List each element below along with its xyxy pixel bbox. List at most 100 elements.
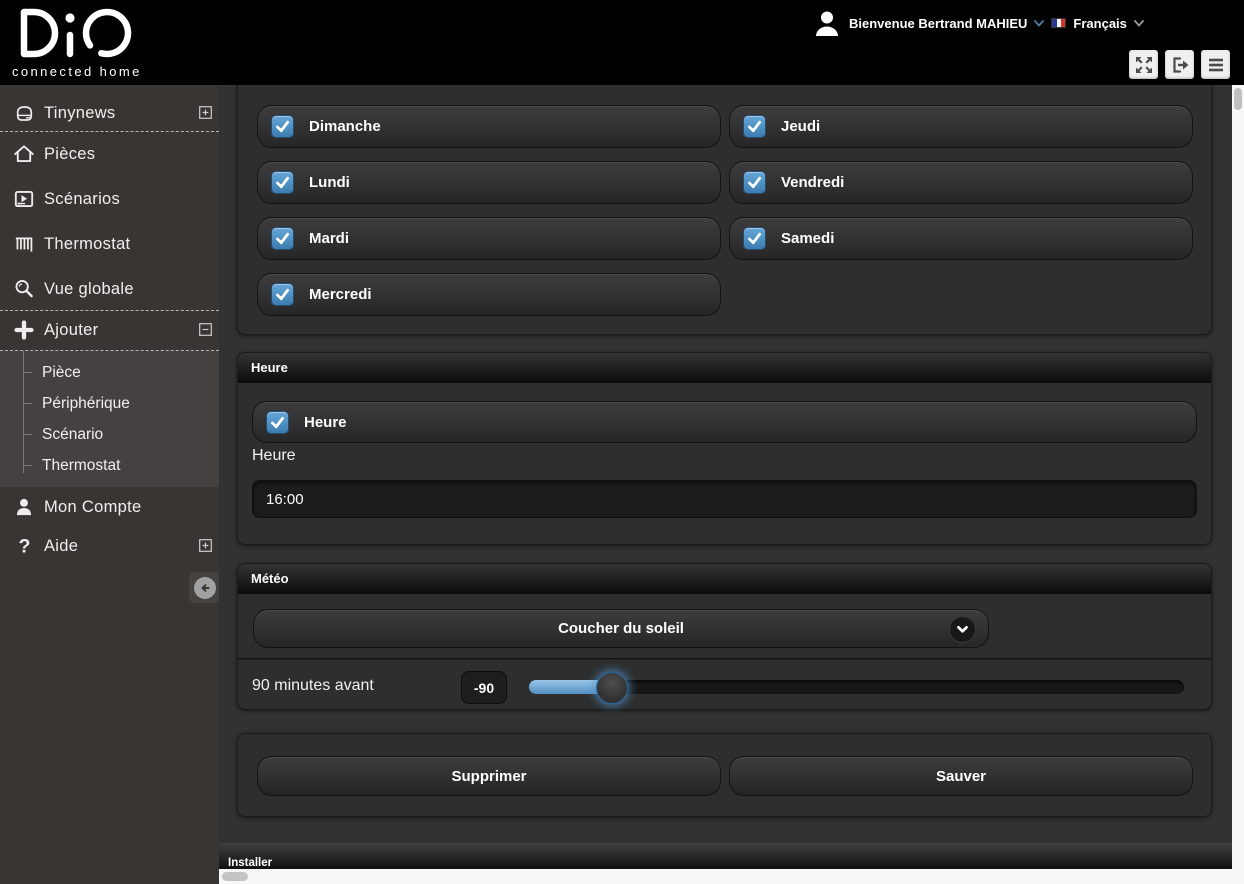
fullscreen-icon [1132,53,1156,77]
ajouter-submenu: Pièce Périphérique Scénario Thermostat [0,351,219,487]
day-checkbox-row-mercredi[interactable]: Mercredi [257,273,721,316]
sidebar-item-ajouter[interactable]: Ajouter [0,312,219,348]
horizontal-scrollbar[interactable] [219,869,1244,884]
welcome-text: Bienvenue Bertrand MAHIEU [849,16,1027,31]
french-flag-icon [1051,18,1066,28]
sidebar-divider [0,310,219,311]
sidebar-item-label: Pièces [44,145,95,164]
language-label[interactable]: Français [1073,16,1126,31]
sidebar-item-scenarios[interactable]: Scénarios [0,181,219,217]
day-label: Samedi [781,230,834,247]
day-checkbox-row-dimanche[interactable]: Dimanche [257,105,721,148]
menu-icon [1204,53,1228,77]
slider-label: 90 minutes avant [252,677,374,695]
day-checkbox-row-mardi[interactable]: Mardi [257,217,721,260]
installer-section-header: Installer [219,843,1232,869]
sidebar-item-thermostat[interactable]: Thermostat [0,226,219,262]
checkbox-checked-icon[interactable] [271,115,294,138]
user-welcome-area[interactable]: Bienvenue Bertrand MAHIEU Français [812,8,1144,38]
horizontal-scrollbar-thumb[interactable] [222,872,248,881]
checkbox-checked-icon[interactable] [271,283,294,306]
menu-button[interactable] [1201,50,1230,79]
submenu-item-scenario[interactable]: Scénario [0,419,219,450]
meteo-divider [238,659,1211,660]
sidebar-item-aide[interactable]: ? Aide [0,528,219,564]
day-checkbox-row-jeudi[interactable]: Jeudi [729,105,1193,148]
expand-plus-icon[interactable] [199,539,212,557]
delete-button[interactable]: Supprimer [257,756,721,796]
sidebar-item-pieces[interactable]: Pièces [0,136,219,172]
day-checkbox-row-samedi[interactable]: Samedi [729,217,1193,260]
sidebar: Tinynews Pièces [0,85,219,884]
expand-plus-icon[interactable] [199,106,212,124]
actions-panel: Supprimer Sauver [237,733,1212,817]
checkbox-checked-icon[interactable] [743,227,766,250]
logout-icon [1168,53,1192,77]
top-header: connected home Bienvenue Bertrand MAHIEU… [0,0,1244,85]
submenu-tree-tick [23,434,32,435]
logout-button[interactable] [1165,50,1194,79]
submenu-item-thermostat[interactable]: Thermostat [0,450,219,481]
sidebar-item-label: Scénarios [44,190,120,209]
collapse-minus-icon[interactable] [199,323,212,341]
person-icon [12,495,36,519]
checkbox-checked-icon[interactable] [266,411,289,434]
chevron-down-circle-icon [949,616,976,643]
checkbox-checked-icon[interactable] [271,227,294,250]
vertical-scrollbar[interactable] [1232,85,1244,869]
slider-value-badge: -90 [461,671,507,704]
magnifier-icon [12,277,36,301]
user-avatar-icon [812,8,842,38]
vertical-scrollbar-thumb[interactable] [1234,88,1242,110]
day-label: Dimanche [309,118,381,135]
save-button[interactable]: Sauver [729,756,1193,796]
submenu-item-label: Thermostat [42,457,120,475]
submenu-item-peripherique[interactable]: Périphérique [0,388,219,419]
sidebar-item-tinynews[interactable]: Tinynews [0,95,219,131]
minutes-slider-thumb[interactable] [596,672,628,704]
submenu-tree-tick [23,372,32,373]
drive-icon [12,101,36,125]
meteo-section-header: Météo [238,564,1211,594]
sidebar-item-label: Ajouter [44,321,98,340]
dio-logo-icon [10,4,140,62]
select-value: Coucher du soleil [558,620,684,637]
plus-icon [12,318,36,342]
sidebar-collapse-button[interactable] [189,572,220,603]
sun-event-select[interactable]: Coucher du soleil [253,609,989,648]
day-checkbox-row-vendredi[interactable]: Vendredi [729,161,1193,204]
day-label: Vendredi [781,174,844,191]
flag-red-stripe [1061,19,1065,27]
question-icon: ? [12,534,36,558]
day-label: Mardi [309,230,349,247]
house-icon [12,142,36,166]
sidebar-item-label: Aide [44,537,78,556]
submenu-item-label: Scénario [42,426,103,444]
fullscreen-button[interactable] [1129,50,1158,79]
installer-title: Installer [228,857,272,869]
sidebar-item-vue-globale[interactable]: Vue globale [0,271,219,307]
submenu-item-piece[interactable]: Pièce [0,357,219,388]
heure-checkbox-row[interactable]: Heure [252,401,1197,443]
language-chevron-down-icon[interactable] [1134,20,1144,27]
sidebar-item-label: Vue globale [44,280,134,299]
checkbox-checked-icon[interactable] [271,171,294,194]
sidebar-item-label: Tinynews [44,104,115,123]
window-buttons [1129,50,1230,79]
app-root: connected home Bienvenue Bertrand MAHIEU… [0,0,1244,884]
submenu-tree-tick [23,465,32,466]
user-chevron-down-icon[interactable] [1034,20,1044,27]
heure-time-input[interactable] [252,480,1197,518]
days-panel: Dimanche Lundi Mardi Mercredi Jeudi Vend… [237,85,1212,335]
heure-checkbox-label: Heure [304,414,347,431]
checkbox-checked-icon[interactable] [743,115,766,138]
submenu-tree-tick [23,403,32,404]
sidebar-item-mon-compte[interactable]: Mon Compte [0,489,219,525]
day-checkbox-row-lundi[interactable]: Lundi [257,161,721,204]
svg-text:?: ? [19,536,31,558]
sidebar-item-label: Thermostat [44,235,130,254]
day-label: Jeudi [781,118,820,135]
checkbox-checked-icon[interactable] [743,171,766,194]
heure-panel: Heure Heure Heure [237,352,1212,545]
submenu-item-label: Périphérique [42,395,130,413]
